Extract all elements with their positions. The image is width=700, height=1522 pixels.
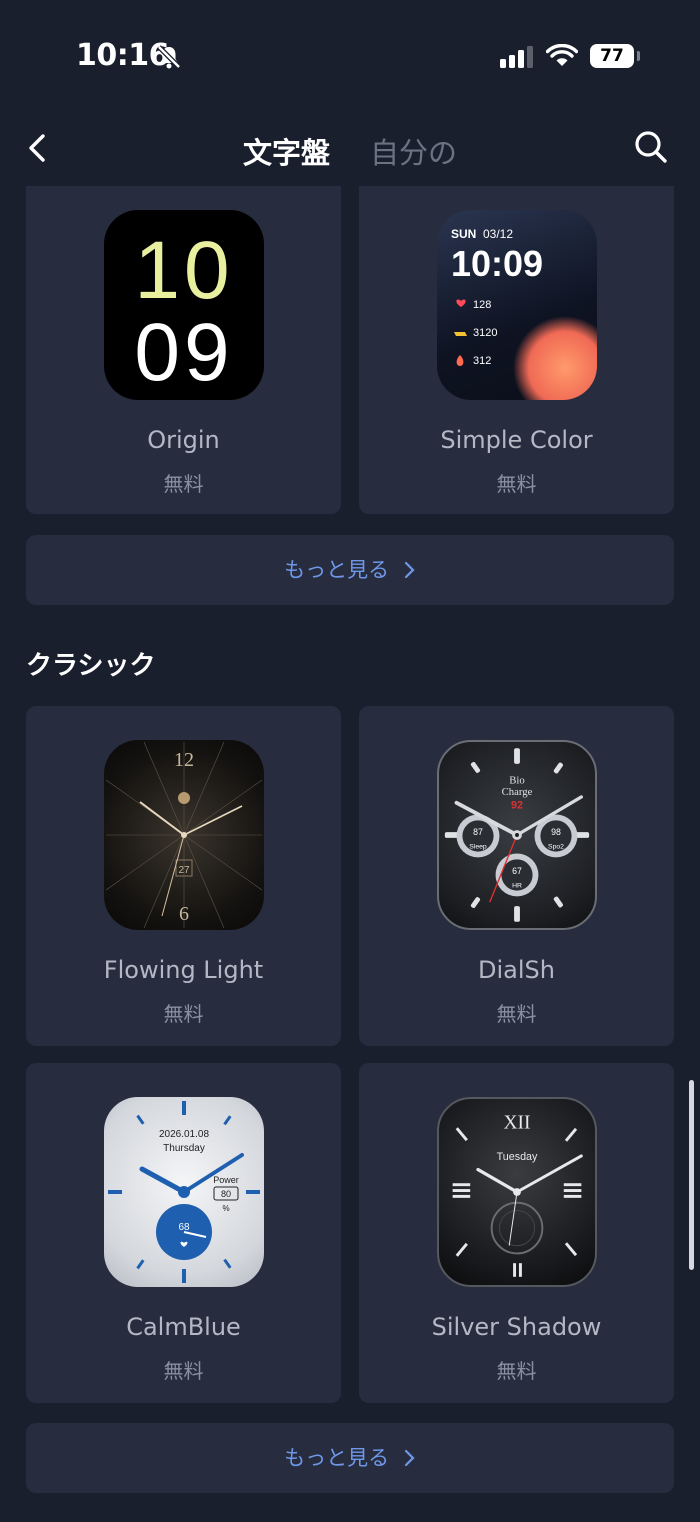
watch-face-preview: XII Tuesday [437, 1097, 597, 1287]
watch-face-card-dialsh[interactable]: Bio Charge 92 87 Sleep 98 Spo2 67 HR Dia… [359, 706, 674, 1046]
tab-mine[interactable]: 自分の [370, 130, 457, 172]
watch-face-preview: 10 09 [104, 210, 264, 400]
back-icon[interactable] [20, 130, 56, 166]
date-window: 27 [178, 865, 190, 876]
power-label: Power [213, 1175, 239, 1185]
watch-face-card-simple-color[interactable]: SUN 03/12 10:09 128 3120 312 Simple Colo… [359, 186, 674, 514]
numeral-xii: XII [503, 1113, 530, 1134]
card-price: 無料 [496, 1002, 537, 1026]
wifi-icon [546, 44, 578, 66]
card-price: 無料 [496, 1359, 537, 1383]
watch-face-preview: 2026.01.08 Thursday Power 80 % 68 [104, 1097, 264, 1287]
face-day: SUN [451, 227, 476, 241]
calmblue-face-graphic: 2026.01.08 Thursday Power 80 % 68 [108, 1101, 260, 1283]
card-title: Simple Color [440, 426, 593, 454]
flame-icon [456, 355, 464, 366]
origin-face-graphic: 10 09 [134, 225, 233, 398]
spo2-label: Spo2 [548, 844, 564, 851]
section-title-classic: クラシック [26, 651, 156, 681]
power-value: 80 [221, 1189, 231, 1199]
face-calories: 312 [473, 355, 491, 367]
watch-face-preview: SUN 03/12 10:09 128 3120 312 [437, 210, 597, 400]
nav-bar: 文字盤 自分の [0, 110, 700, 186]
card-price: 無料 [163, 1002, 204, 1026]
status-bar: 10:16 77 [0, 0, 700, 110]
card-title: Flowing Light [103, 956, 264, 984]
card-title: Origin [147, 426, 220, 454]
silver-shadow-face-graphic: XII Tuesday [452, 1113, 583, 1277]
spo2-value: 98 [551, 827, 561, 837]
steps-icon [454, 332, 467, 336]
watch-face-preview: Bio Charge 92 87 Sleep 98 Spo2 67 HR [437, 740, 597, 930]
watch-face-card-silver-shadow[interactable]: XII Tuesday Silver Shadow 無料 [359, 1063, 674, 1403]
see-more-label: もっと見る [284, 558, 390, 582]
origin-hour: 10 [134, 225, 233, 316]
watch-face-card-origin[interactable]: 10 09 Origin 無料 [26, 186, 341, 514]
numeral-12: 12 [174, 749, 194, 771]
face-weekday: Thursday [163, 1143, 205, 1154]
chevron-right-icon [404, 561, 415, 579]
bell-muted-icon [157, 45, 181, 69]
face-weekday: Tuesday [497, 1151, 538, 1163]
battery-indicator: 77 [590, 44, 634, 68]
charge-label: Charge [502, 786, 533, 798]
origin-minute: 09 [134, 307, 233, 398]
chevron-right-icon [404, 1449, 415, 1467]
sleep-label: Sleep [469, 844, 487, 851]
card-title: DialSh [478, 956, 555, 984]
heart-icon [456, 299, 466, 307]
watch-face-card-flowing-light[interactable]: 12 6 27 Flowing Light 無料 [26, 706, 341, 1046]
watch-face-card-calmblue[interactable]: 2026.01.08 Thursday Power 80 % 68 CalmBl… [26, 1063, 341, 1403]
power-unit: % [222, 1204, 229, 1213]
see-more-button-classic[interactable]: もっと見る [26, 1423, 674, 1493]
hr-value: 67 [512, 866, 522, 876]
scrollbar[interactable] [689, 1080, 694, 1270]
face-heart-rate: 128 [473, 299, 491, 311]
sleep-value: 87 [473, 827, 483, 837]
face-date: 03/12 [483, 227, 513, 241]
search-icon[interactable] [632, 128, 670, 166]
cellular-signal-icon [500, 46, 533, 68]
hr-label: HR [512, 883, 522, 890]
face-time: 10:09 [451, 243, 543, 284]
battery-tip [637, 51, 640, 61]
simple-color-face-graphic: SUN 03/12 10:09 128 3120 312 [451, 227, 597, 400]
card-price: 無料 [496, 472, 537, 496]
card-price: 無料 [163, 472, 204, 496]
numeral-6: 6 [179, 903, 189, 925]
card-title: CalmBlue [126, 1313, 241, 1341]
face-steps: 3120 [473, 327, 497, 339]
card-price: 無料 [163, 1359, 204, 1383]
bio-label: Bio [509, 774, 525, 786]
card-title: Silver Shadow [431, 1313, 602, 1341]
face-date: 2026.01.08 [159, 1129, 209, 1140]
flowing-light-face-graphic: 12 6 27 [105, 741, 263, 929]
tab-watch-faces[interactable]: 文字盤 [243, 130, 330, 172]
see-more-label: もっと見る [284, 1446, 390, 1470]
watch-face-preview: 12 6 27 [104, 740, 264, 930]
charge-value: 92 [511, 800, 523, 812]
dialsh-face-graphic: Bio Charge 92 87 Sleep 98 Spo2 67 HR [444, 748, 590, 922]
see-more-button[interactable]: もっと見る [26, 535, 674, 605]
